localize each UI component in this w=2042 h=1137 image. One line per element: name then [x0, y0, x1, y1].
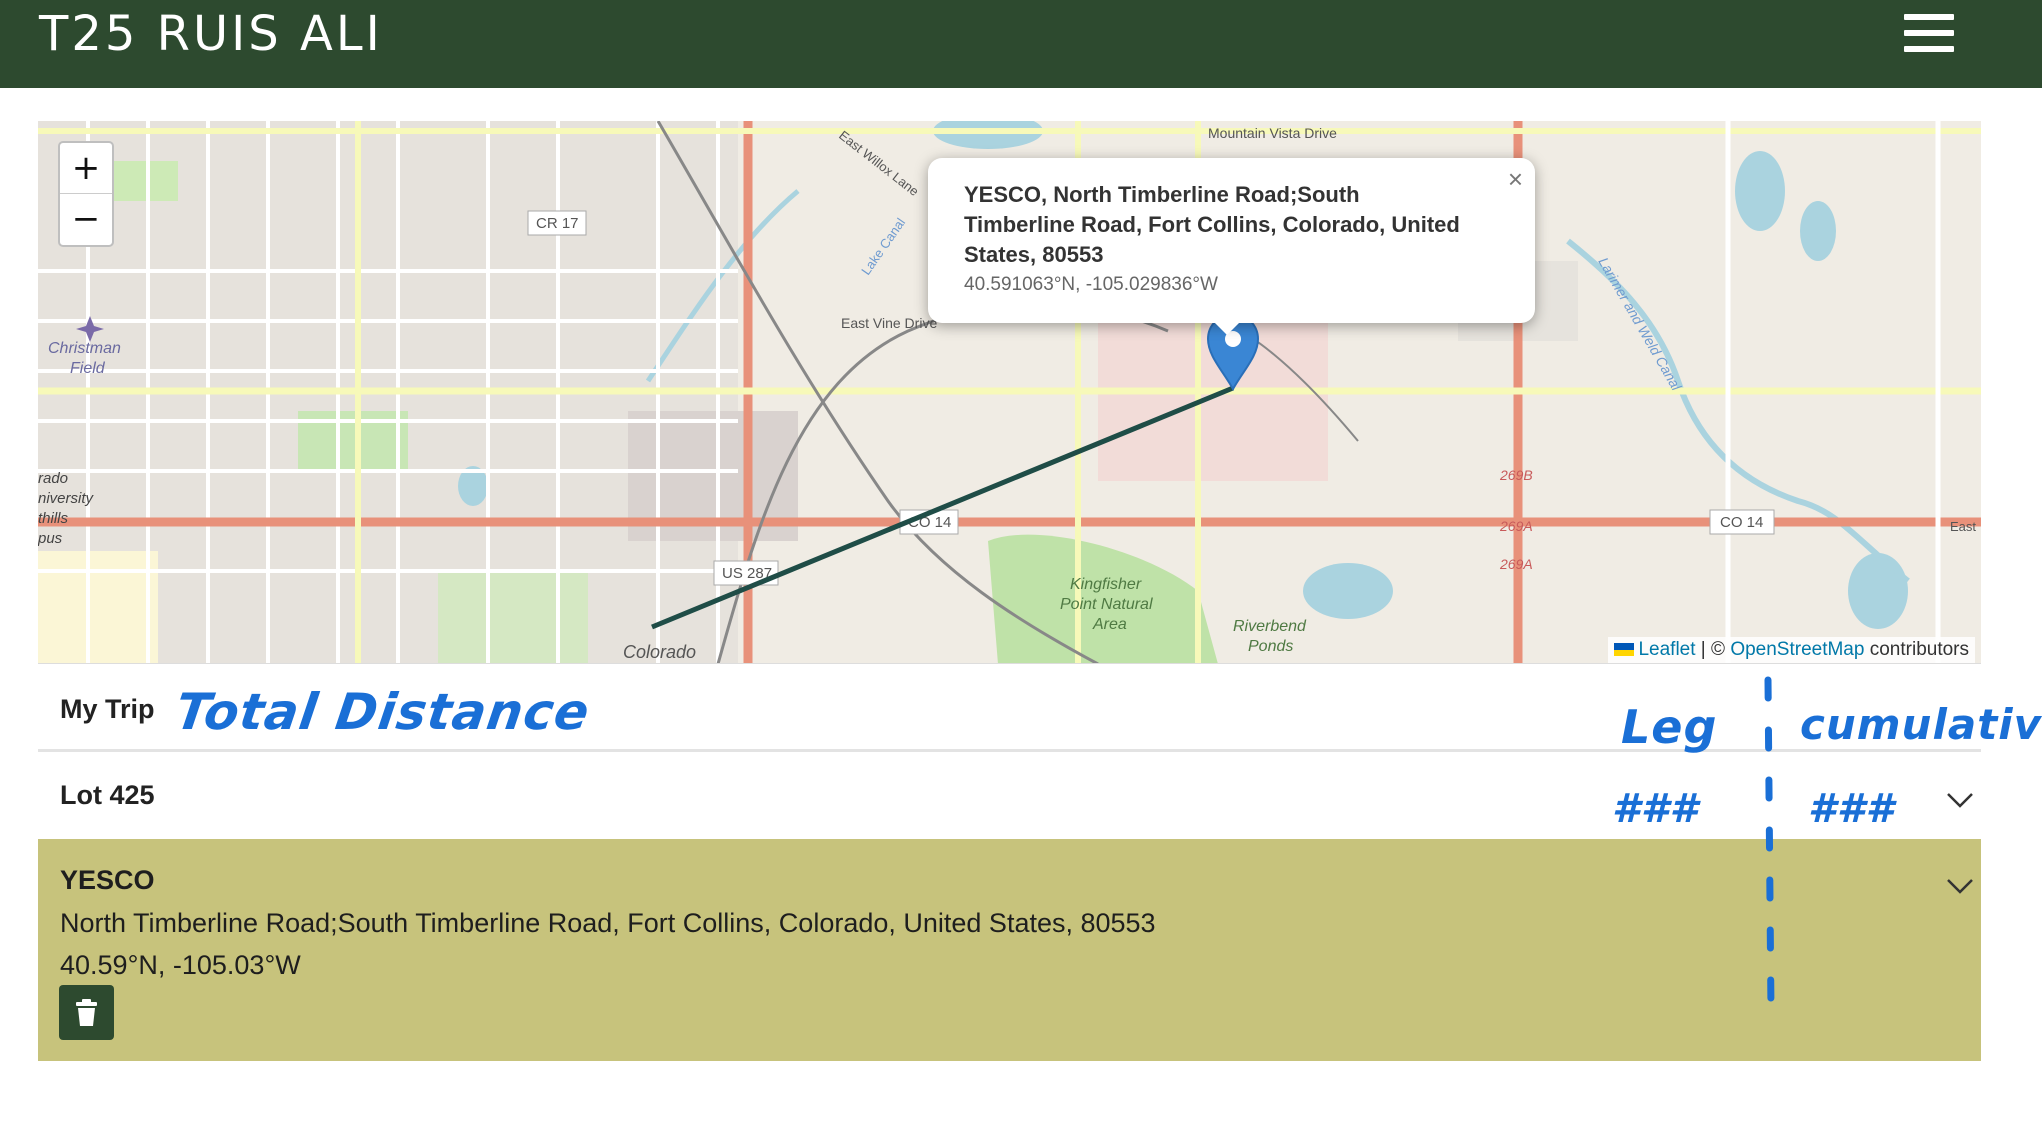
hamburger-menu-icon[interactable] — [1904, 14, 1954, 52]
list-item-selected[interactable]: YESCO North Timberline Road;South Timber… — [38, 839, 1981, 1061]
map-attribution: Leaflet | © OpenStreetMap contributors — [1608, 637, 1975, 663]
osm-link[interactable]: OpenStreetMap — [1730, 639, 1864, 660]
delete-place-button[interactable] — [59, 985, 114, 1040]
map-label-269a-2: 269A — [1499, 556, 1533, 572]
map-label-christman: Christman — [48, 340, 121, 357]
app-title: T25 RUIS ALI — [39, 6, 383, 62]
annotation-cumulative-value: ### — [1808, 786, 1895, 832]
location-popup: × YESCO, North Timberline Road;South Tim… — [928, 158, 1535, 323]
map-label-east: East — [1950, 519, 1976, 534]
close-icon[interactable]: × — [1508, 166, 1523, 192]
map-label-riverbend: Riverbend — [1233, 618, 1307, 635]
map-label-pus: pus — [38, 530, 63, 547]
map-label-mountain-vista: Mountain Vista Drive — [1208, 125, 1337, 141]
chevron-down-icon[interactable] — [1945, 876, 1975, 896]
map-label-point-natural: Point Natural — [1060, 596, 1153, 613]
place-name: Lot 425 — [60, 780, 155, 810]
zoom-out-button[interactable]: − — [60, 194, 112, 245]
trip-title[interactable]: My Trip — [60, 694, 155, 725]
map-label-colorado: Colorado — [623, 642, 696, 662]
popup-title-line: Timberline Road, Fort Collins, Colorado,… — [964, 212, 1460, 237]
popup-title-line: YESCO, North Timberline Road;South — [964, 182, 1360, 207]
map-label-kingfisher: Kingfisher — [1070, 576, 1142, 593]
map-label-east-vine: East Vine Drive — [841, 315, 937, 331]
map-label-269a: 269A — [1499, 518, 1533, 534]
map-label-ponds: Ponds — [1248, 638, 1293, 655]
map-label-thills: thills — [38, 510, 69, 527]
map-label-area: Area — [1092, 616, 1127, 633]
annotation-divider — [1764, 676, 1775, 1016]
popup-title: YESCO, North Timberline Road;South Timbe… — [964, 180, 1499, 270]
map-view[interactable]: Mountain Vista Drive East Willox Lane CR… — [38, 121, 1981, 664]
map-label-co14-right: CO 14 — [1720, 514, 1763, 531]
attribution-suffix: contributors — [1864, 639, 1969, 660]
place-name: YESCO — [60, 865, 155, 895]
zoom-control: + − — [58, 141, 114, 247]
map-label-niversity: niversity — [38, 490, 95, 507]
place-address: North Timberline Road;South Timberline R… — [60, 908, 1156, 938]
zoom-in-button[interactable]: + — [60, 143, 112, 194]
chevron-down-icon[interactable] — [1945, 790, 1975, 810]
leaflet-link[interactable]: Leaflet — [1638, 639, 1695, 660]
map-label-rado: rado — [38, 470, 68, 487]
annotation-leg-value: ### — [1612, 786, 1699, 832]
annotation-total-distance: Total Distance — [171, 683, 594, 741]
popup-tip — [1213, 321, 1241, 335]
attribution-separator: | © — [1695, 639, 1731, 660]
annotation-cumulative: cumulative — [1800, 700, 2042, 749]
map-label-269b: 269B — [1499, 467, 1533, 483]
map-label-cr17: CR 17 — [536, 215, 579, 232]
trash-icon — [76, 999, 97, 1026]
popup-title-line: States, 80553 — [964, 242, 1104, 267]
app-header: T25 RUIS ALI — [0, 0, 2042, 88]
annotation-leg: Leg — [1621, 700, 1718, 754]
ukraine-flag-icon — [1614, 643, 1635, 656]
place-coordinates: 40.59°N, -105.03°W — [60, 950, 301, 980]
map-label-field: Field — [70, 360, 106, 377]
popup-coordinates: 40.591063°N, -105.029836°W — [964, 274, 1218, 295]
